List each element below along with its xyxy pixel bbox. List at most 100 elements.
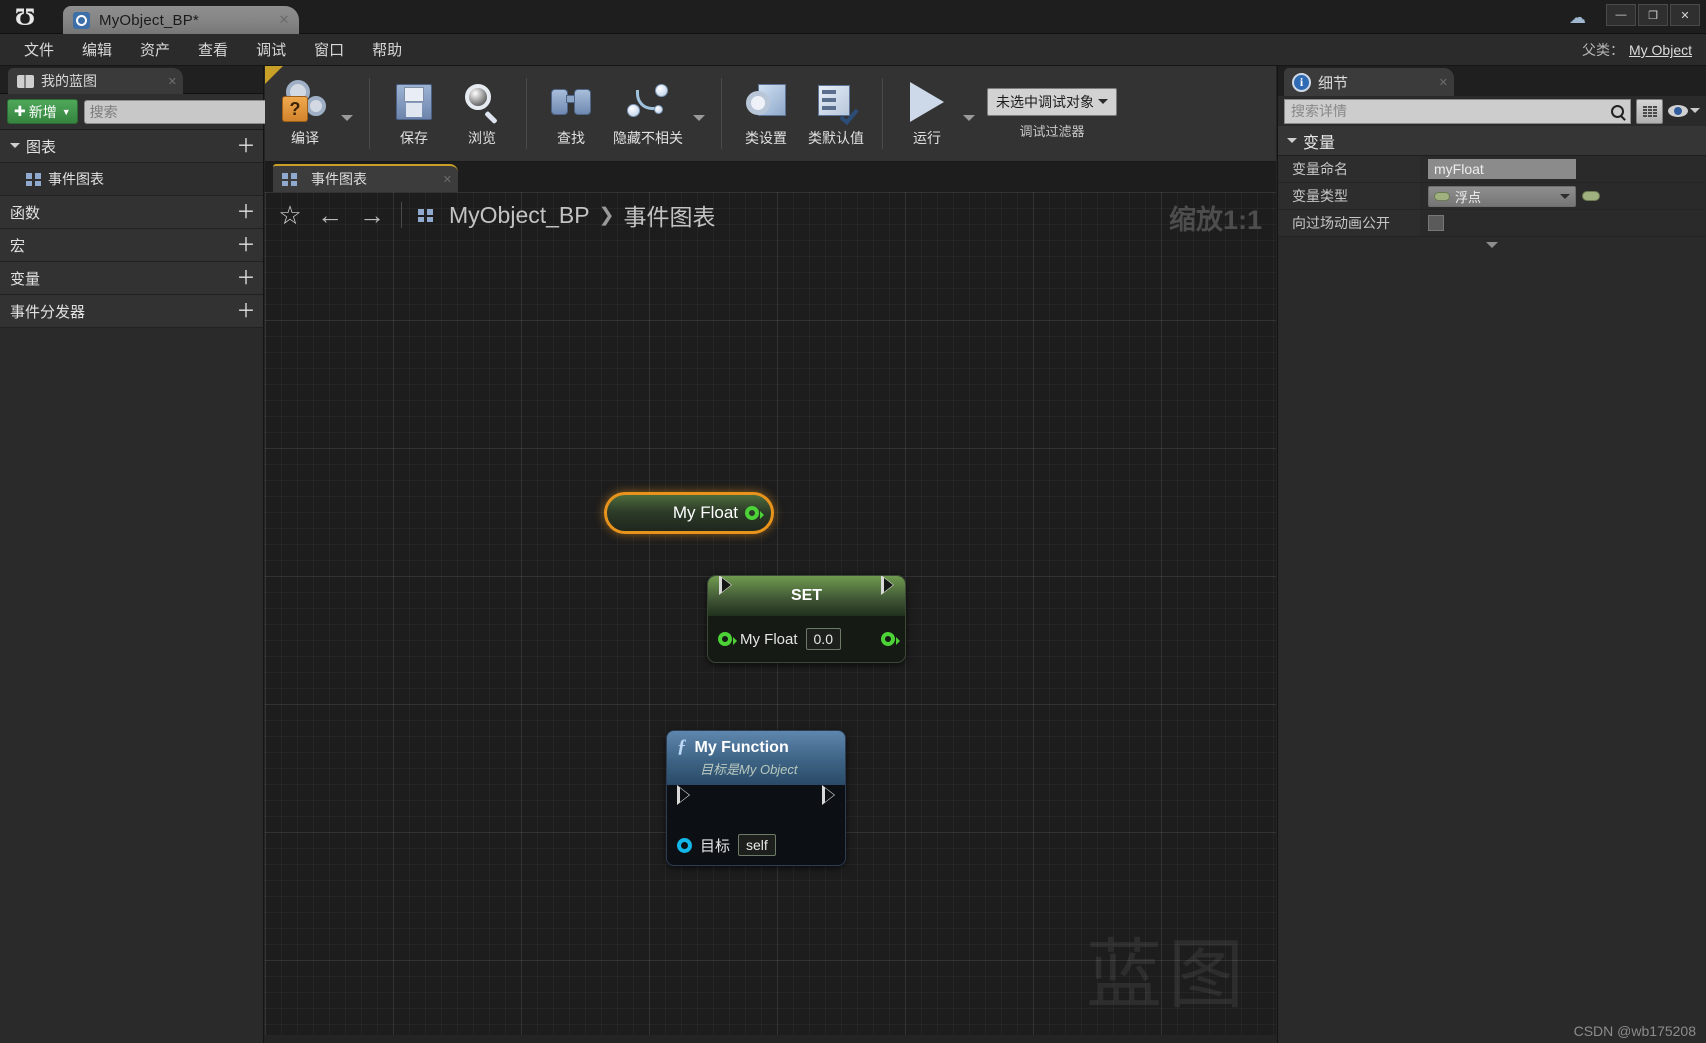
hide-unrelated-button[interactable]: 隐藏不相关: [605, 75, 691, 152]
details-search-row: [1278, 96, 1706, 126]
tab-details[interactable]: i 细节 ✕: [1284, 68, 1454, 96]
compile-icon: ?: [280, 79, 330, 125]
details-search-input[interactable]: [1291, 103, 1611, 119]
search-input[interactable]: [89, 103, 271, 120]
close-icon[interactable]: ✕: [152, 75, 177, 88]
menu-item-view[interactable]: 查看: [184, 36, 242, 63]
compile-button[interactable]: ? 编译: [271, 75, 339, 152]
add-variable-button[interactable]: ＋: [235, 269, 257, 288]
tab-my-blueprint[interactable]: 我的蓝图 ✕: [8, 68, 183, 94]
add-function-button[interactable]: ＋: [235, 203, 257, 222]
breadcrumb-leaf[interactable]: 事件图表: [624, 198, 716, 232]
my-blueprint-search[interactable]: [83, 99, 290, 124]
eye-icon: [1668, 105, 1688, 117]
variable-type-dropdown[interactable]: 浮点: [1428, 185, 1576, 207]
add-macro-button[interactable]: ＋: [235, 236, 257, 255]
menu-item-window[interactable]: 窗口: [300, 36, 358, 63]
event-graph-icon: [282, 172, 297, 186]
parent-class-link[interactable]: My Object: [1629, 42, 1692, 58]
close-icon[interactable]: ✕: [1415, 76, 1448, 89]
exec-input-pin[interactable]: [677, 795, 690, 813]
document-tab-label: MyObject_BP*: [99, 11, 199, 29]
compile-options-chevron-down-icon[interactable]: [341, 114, 353, 127]
add-new-button[interactable]: ✚ 新增 ▼: [7, 99, 78, 124]
favorite-star-icon[interactable]: ☆: [275, 202, 305, 228]
close-button[interactable]: ✕: [1670, 4, 1700, 26]
tree-section-variables[interactable]: 变量 ＋: [0, 262, 263, 295]
property-value-expose-to-cinematics: [1420, 210, 1706, 236]
event-graph-icon: [26, 172, 41, 186]
debug-filter-label: 调试过滤器: [1019, 123, 1085, 139]
maximize-button[interactable]: ❐: [1638, 4, 1668, 26]
tree-section-event-dispatchers-label: 事件分发器: [10, 303, 86, 321]
details-visibility-toggle[interactable]: [1668, 104, 1700, 118]
book-icon: [17, 74, 34, 88]
node-function-target-value[interactable]: self: [738, 834, 776, 856]
node-get-my-float[interactable]: My Float: [604, 492, 774, 534]
details-section-variable[interactable]: 变量: [1278, 126, 1706, 156]
output-pin-float[interactable]: [881, 632, 900, 646]
save-button[interactable]: 保存: [380, 75, 448, 152]
tree-section-macros[interactable]: 宏 ＋: [0, 229, 263, 262]
menu-item-edit[interactable]: 编辑: [68, 36, 126, 63]
browse-button[interactable]: 浏览: [448, 75, 516, 152]
menu-item-debug[interactable]: 调试: [242, 36, 300, 63]
class-defaults-button[interactable]: 类默认值: [800, 75, 872, 152]
exec-output-pin[interactable]: [822, 795, 835, 813]
close-icon[interactable]: ✕: [275, 12, 293, 28]
my-blueprint-tree: 图表 ＋ 事件图表 函数 ＋ 宏 ＋ 变量 ＋ 事件分发器 ＋: [0, 130, 263, 328]
tree-section-event-dispatchers[interactable]: 事件分发器 ＋: [0, 295, 263, 328]
cloud-sync-icon[interactable]: ☁: [1569, 8, 1586, 28]
search-icon: [1611, 104, 1624, 118]
tab-event-graph[interactable]: 事件图表 ✕: [273, 164, 458, 192]
my-blueprint-toolbar: ✚ 新增 ▼: [0, 94, 328, 130]
output-pin-float[interactable]: [745, 506, 764, 520]
forward-arrow-icon[interactable]: →: [355, 202, 389, 228]
document-tab-myobject-bp[interactable]: MyObject_BP* ✕: [63, 6, 299, 34]
expand-triangle-icon: [10, 143, 20, 153]
input-pin-object[interactable]: [677, 837, 692, 853]
tree-item-event-graph[interactable]: 事件图表: [0, 163, 263, 196]
toolbar-group-file: 保存 浏览: [374, 66, 522, 161]
node-function-title: My Function: [694, 739, 789, 756]
back-arrow-icon[interactable]: ←: [313, 202, 347, 228]
class-settings-button[interactable]: 类设置: [732, 75, 800, 152]
node-set-my-float[interactable]: SET My Float 0.0: [707, 575, 906, 663]
menu-item-asset[interactable]: 资产: [126, 36, 184, 63]
add-event-dispatcher-button[interactable]: ＋: [235, 302, 257, 321]
input-pin-float[interactable]: [718, 632, 737, 646]
expose-to-cinematics-checkbox[interactable]: [1428, 215, 1444, 231]
minimize-button[interactable]: —: [1606, 4, 1636, 26]
debug-object-dropdown[interactable]: 未选中调试对象: [987, 87, 1117, 116]
node-graph-icon: [626, 79, 670, 125]
close-icon[interactable]: ✕: [421, 173, 452, 186]
play-button[interactable]: 运行: [893, 75, 961, 152]
node-set-title: SET: [790, 587, 823, 604]
play-options-chevron-down-icon[interactable]: [963, 114, 975, 127]
exec-input-pin[interactable]: [719, 585, 732, 603]
exec-output-pin[interactable]: [881, 585, 894, 603]
tree-section-functions-label: 函数: [10, 204, 41, 222]
debug-object-value: 未选中调试对象: [996, 93, 1094, 110]
hide-unrelated-chevron-down-icon[interactable]: [693, 114, 705, 127]
menu-item-file[interactable]: 文件: [10, 36, 68, 63]
breadcrumb-root[interactable]: MyObject_BP: [449, 202, 590, 229]
blueprint-canvas[interactable]: ☆ ← → MyObject_BP ❯ 事件图表 缩放1:1 My Float: [265, 192, 1276, 1035]
add-graph-button[interactable]: ＋: [235, 137, 257, 156]
play-icon: [910, 79, 944, 125]
tab-event-graph-label: 事件图表: [311, 171, 367, 187]
details-layout-toggle-button[interactable]: [1636, 98, 1663, 124]
node-set-value-field[interactable]: 0.0: [805, 628, 841, 650]
property-row-variable-type: 变量类型 浮点: [1278, 183, 1706, 210]
node-call-my-function[interactable]: ƒ My Function 目标是My Object 目标 self: [666, 730, 846, 866]
details-search-box[interactable]: [1284, 98, 1631, 124]
tree-section-functions[interactable]: 函数 ＋: [0, 196, 263, 229]
variable-name-input[interactable]: [1428, 159, 1576, 179]
checklist-icon: [816, 79, 859, 126]
find-button[interactable]: 查找: [537, 75, 605, 152]
menu-item-help[interactable]: 帮助: [358, 36, 416, 63]
tree-section-graphs[interactable]: 图表 ＋: [0, 130, 263, 163]
container-type-icon[interactable]: [1582, 191, 1600, 201]
details-expand-more-button[interactable]: [1278, 237, 1706, 259]
play-label: 运行: [913, 130, 941, 146]
